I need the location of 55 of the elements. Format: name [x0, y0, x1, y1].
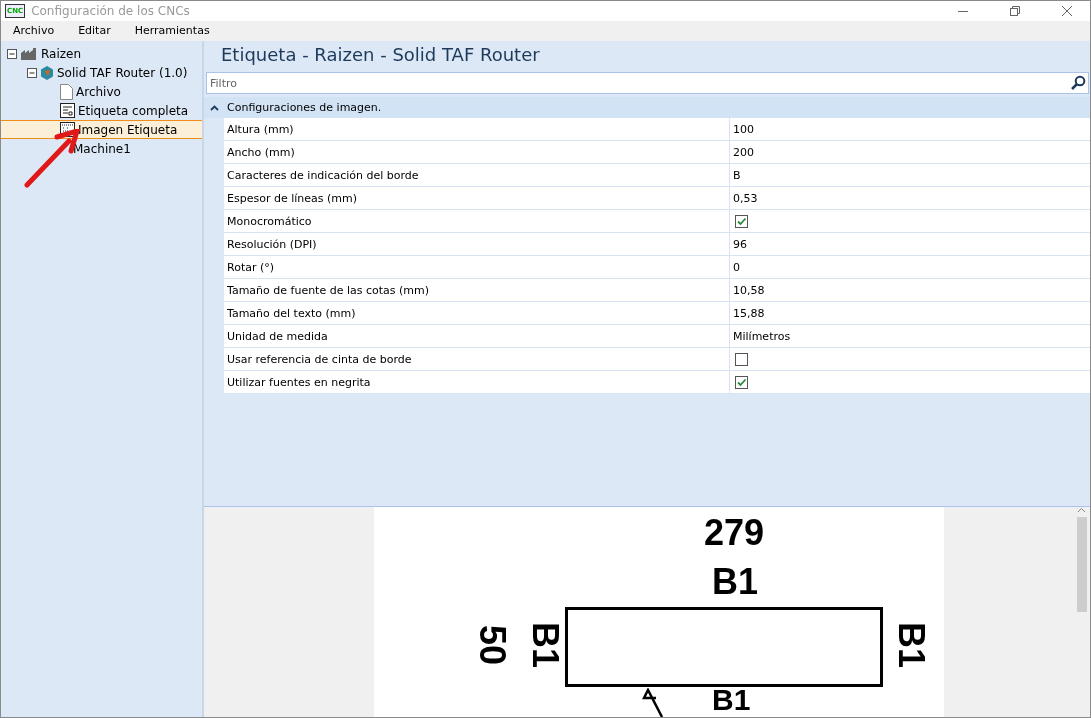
- filter-field[interactable]: Filtro: [206, 72, 1089, 94]
- dimension-length: 279: [704, 515, 765, 551]
- tree-item[interactable]: Machine1: [1, 139, 202, 158]
- group-header: Configuraciones de imagen.: [227, 101, 382, 114]
- property-name: Unidad de medida: [224, 325, 730, 347]
- property-value[interactable]: 200: [730, 141, 1090, 163]
- factory-icon: [20, 46, 38, 61]
- edge-code: B1: [893, 622, 929, 668]
- minimize-icon[interactable]: [958, 10, 968, 12]
- edge-code: B1: [527, 622, 563, 668]
- document-icon: [60, 83, 73, 100]
- panel-title: Etiqueta - Raizen - Solid TAF Router: [220, 43, 541, 67]
- property-value[interactable]: 96: [730, 233, 1090, 255]
- property-name: Tamaño de fuente de las cotas (mm): [224, 279, 730, 301]
- close-icon[interactable]: [1062, 6, 1072, 16]
- property-value[interactable]: 0,53: [730, 187, 1090, 209]
- property-name: Caracteres de indicación del borde: [224, 164, 730, 186]
- property-name: Utilizar fuentes en negrita: [224, 371, 730, 393]
- property-value[interactable]: 0: [730, 256, 1090, 278]
- property-value[interactable]: B: [730, 164, 1090, 186]
- search-icon[interactable]: [1071, 75, 1086, 90]
- property-name: Rotar (°): [224, 256, 730, 278]
- collapse-icon[interactable]: [210, 104, 219, 111]
- tree-item[interactable]: Raizen: [1, 44, 202, 63]
- menu-item[interactable]: Archivo: [1, 21, 67, 41]
- property-name: Usar referencia de cinta de borde: [224, 348, 730, 370]
- property-value[interactable]: 10,58: [730, 279, 1090, 301]
- label-icon: [60, 103, 75, 118]
- property-value[interactable]: 100: [730, 118, 1090, 140]
- tree-item[interactable]: Imagen Etiqueta: [1, 120, 202, 139]
- collapse-icon[interactable]: [27, 67, 37, 78]
- checkbox[interactable]: [735, 352, 748, 366]
- edge-code: B1: [712, 564, 759, 600]
- dimension-width: 50: [474, 625, 510, 665]
- property-name: Monocromático: [224, 210, 730, 232]
- property-name: Espesor de líneas (mm): [224, 187, 730, 209]
- edge-code: B1: [712, 685, 751, 715]
- property-value[interactable]: Milímetros: [730, 325, 1090, 347]
- machine-icon: [40, 65, 54, 80]
- property-name: Resolución (DPI): [224, 233, 730, 255]
- checkbox[interactable]: [735, 375, 748, 389]
- window-title: Configuración de los CNCs: [31, 4, 191, 18]
- tree-item[interactable]: Solid TAF Router (1.0): [1, 63, 202, 82]
- property-name: Altura (mm): [224, 118, 730, 140]
- scroll-up-icon[interactable]: [1077, 507, 1086, 513]
- maximize-icon[interactable]: [1010, 6, 1020, 16]
- tree-item[interactable]: Archivo: [1, 82, 202, 101]
- property-value[interactable]: 15,88: [730, 302, 1090, 324]
- tree-item[interactable]: Etiqueta completa: [1, 101, 202, 120]
- property-name: Tamaño del texto (mm): [224, 302, 730, 324]
- checkbox[interactable]: [735, 214, 748, 228]
- menu-item[interactable]: Herramientas: [122, 21, 222, 41]
- collapse-icon[interactable]: [7, 48, 17, 59]
- menu-item[interactable]: Editar: [66, 21, 123, 41]
- property-name: Ancho (mm): [224, 141, 730, 163]
